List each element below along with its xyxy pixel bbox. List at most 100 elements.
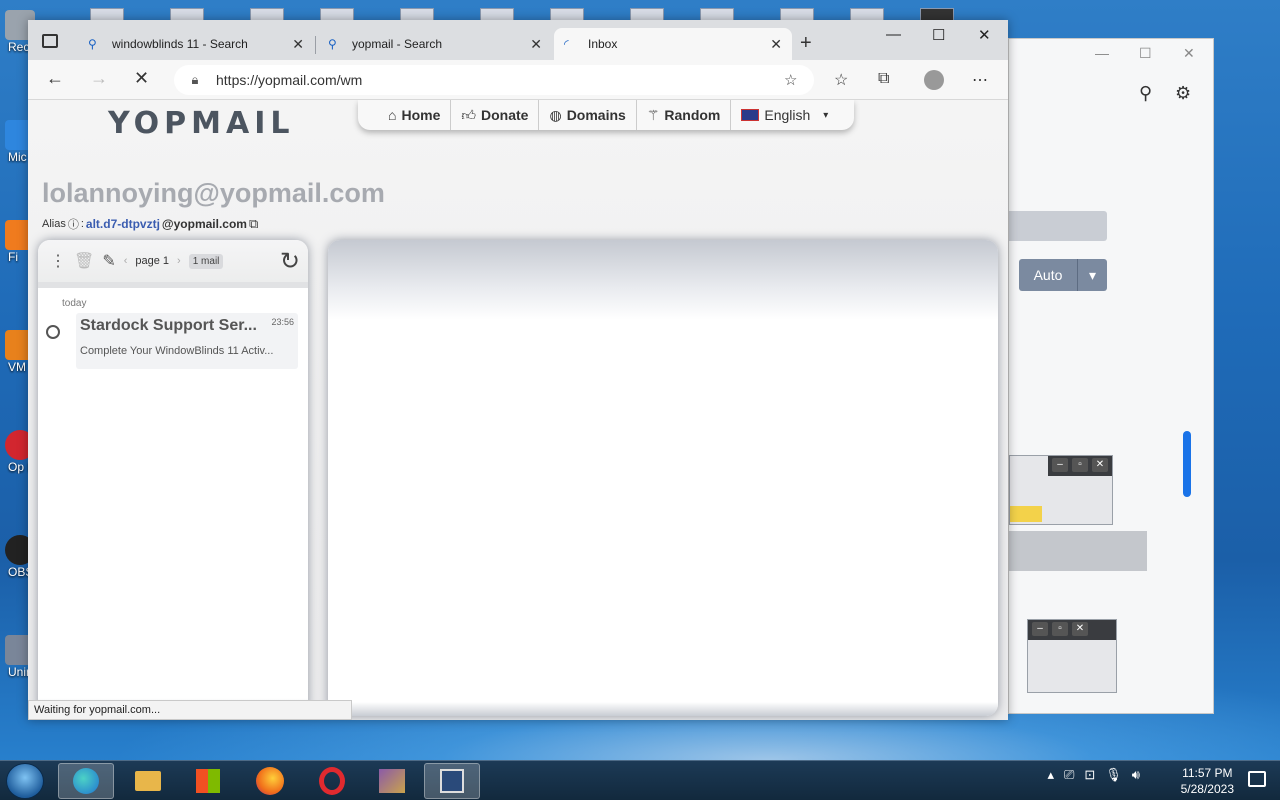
url-text[interactable]: https://yopmail.com/wm xyxy=(210,72,784,88)
opera-icon xyxy=(319,767,345,795)
preview-titlebar: – ▫ ✕ xyxy=(1028,620,1116,640)
nav-label: Home xyxy=(401,107,441,123)
store-icon xyxy=(196,769,220,793)
taskbar-store[interactable] xyxy=(180,763,236,799)
mail-list-item[interactable]: Stardock Support Ser... 23:56 Complete Y… xyxy=(46,313,298,369)
gear-icon[interactable]: ⚙ xyxy=(1175,83,1191,104)
favorites-icon[interactable]: ☆ xyxy=(834,70,848,90)
nav-home[interactable]: ⌂ Home xyxy=(378,100,452,130)
preview-bar xyxy=(1009,531,1147,571)
tab-inbox[interactable]: ◜ Inbox ✕ xyxy=(554,28,792,60)
nav-random[interactable]: ⚚ Random xyxy=(637,100,732,130)
loading-icon: ◜ xyxy=(564,37,569,51)
refresh-icon[interactable]: ↻ xyxy=(280,247,300,276)
language-select[interactable]: English ▾ xyxy=(731,100,838,130)
address-bar[interactable]: 🔒︎ https://yopmail.com/wm ☆ xyxy=(174,65,814,95)
wand-icon: ⚚ xyxy=(646,106,660,123)
alias-domain: @yopmail.com xyxy=(161,217,247,231)
home-icon: ⌂ xyxy=(388,107,397,123)
auto-dropdown[interactable]: Auto ▾ xyxy=(1019,259,1107,291)
search-icon[interactable]: ⚲ xyxy=(1139,83,1152,104)
tab-windowblinds-search[interactable]: ⚲ windowblinds 11 - Search ✕ xyxy=(78,28,314,60)
preview-window-2: – ▫ ✕ xyxy=(1027,619,1117,693)
current-email-address: lolannoying@yopmail.com xyxy=(42,178,385,208)
notifications-icon[interactable] xyxy=(1248,771,1266,787)
maximize-icon[interactable]: ☐ xyxy=(932,26,945,44)
globe-icon: ◍ xyxy=(549,106,562,123)
lock-icon[interactable]: 🔒︎ xyxy=(180,72,210,88)
more-vertical-icon[interactable]: ⋮ xyxy=(50,251,66,271)
setting-dropdown[interactable] xyxy=(1009,211,1107,241)
taskbar-windowblinds[interactable] xyxy=(424,763,480,799)
scrollbar-thumb[interactable] xyxy=(1183,431,1191,497)
info-icon[interactable]: ⓘ xyxy=(68,216,79,232)
add-favorite-icon[interactable]: ☆ xyxy=(784,71,814,89)
mail-list-panel: ⋮ 🗑︎ ✎ ‹ page 1 › 1 mail ↻ today Stardoc… xyxy=(38,240,308,716)
nav-domains[interactable]: ◍ Domains xyxy=(539,100,637,130)
clock-date: 5/28/2023 xyxy=(1180,782,1234,796)
chevron-down-icon: ▾ xyxy=(1077,259,1107,291)
volume-icon[interactable]: 🔊︎ xyxy=(1132,767,1140,783)
taskbar-winrar[interactable] xyxy=(364,763,420,799)
mail-subject: Complete Your WindowBlinds 11 Activ... xyxy=(80,345,274,357)
tab-yopmail-search[interactable]: ⚲ yopmail - Search ✕ xyxy=(318,28,552,60)
show-hidden-icons-icon[interactable]: ▴ xyxy=(1047,767,1054,783)
preview-window: – ▫ ✕ xyxy=(1009,455,1113,525)
tab-bar: ⚲ windowblinds 11 - Search ✕ ⚲ yopmail -… xyxy=(28,20,1008,60)
uk-flag-icon xyxy=(741,109,760,121)
alias-label: Alias xyxy=(42,218,66,230)
new-tab-button[interactable]: + xyxy=(800,32,812,55)
mail-count-badge: 1 mail xyxy=(188,253,224,269)
select-mail-radio[interactable] xyxy=(46,325,60,339)
top-navigation: ⌂ Home 👍︎ Donate ◍ Domains ⚚ Random Engl… xyxy=(358,100,855,130)
mail-time: 23:56 xyxy=(271,317,294,327)
copy-icon[interactable]: ⧉ xyxy=(249,216,258,232)
microphone-icon[interactable]: 🎙︎ xyxy=(1105,767,1122,783)
trash-icon[interactable]: 🗑︎ xyxy=(74,251,94,271)
day-group-label: today xyxy=(62,298,87,309)
back-button[interactable]: ← xyxy=(46,68,64,89)
alias-address: alt.d7-dtpvztj xyxy=(85,217,160,231)
tab-title: Inbox xyxy=(588,37,618,51)
taskbar-firefox[interactable] xyxy=(242,763,298,799)
forward-button[interactable]: → xyxy=(90,68,108,89)
yopmail-logo[interactable]: YOPMAIL xyxy=(108,106,295,141)
previous-page-icon[interactable]: ‹ xyxy=(124,255,128,267)
compose-icon[interactable]: ✎ xyxy=(102,251,115,271)
maximize-icon[interactable]: ☐ xyxy=(1139,45,1152,62)
start-button[interactable] xyxy=(6,763,44,799)
collections-icon[interactable]: ⧉ xyxy=(878,70,889,88)
chevron-down-icon: ▾ xyxy=(823,109,829,121)
pager: ‹ page 1 › xyxy=(124,255,181,267)
mail-toolbar: ⋮ 🗑︎ ✎ ‹ page 1 › 1 mail ↻ xyxy=(38,240,308,288)
stop-loading-button[interactable]: ✕ xyxy=(134,68,149,89)
page-label: page 1 xyxy=(135,255,170,267)
taskbar-opera[interactable] xyxy=(304,763,360,799)
clock-time: 11:57 PM xyxy=(1182,766,1233,780)
close-tab-icon[interactable]: ✕ xyxy=(770,36,782,53)
mail-sender: Stardock Support Ser... xyxy=(80,317,257,334)
network-icon[interactable]: ⊡ xyxy=(1084,767,1095,783)
camera-icon[interactable]: ⎚ xyxy=(1064,767,1074,783)
minimize-icon[interactable]: — xyxy=(886,26,901,43)
minimize-icon[interactable]: — xyxy=(1095,45,1109,61)
edge-icon xyxy=(73,768,99,794)
thumbs-up-icon: 👍︎ xyxy=(461,106,477,123)
close-tab-icon[interactable]: ✕ xyxy=(292,36,304,53)
close-icon[interactable]: ✕ xyxy=(978,26,991,44)
nav-donate[interactable]: 👍︎ Donate xyxy=(451,100,540,130)
background-settings-window: — ☐ ✕ ⚲ ⚙ Auto ▾ – ▫ ✕ – ▫ ✕ xyxy=(1008,38,1214,714)
preview-highlight xyxy=(1010,506,1042,522)
tab-actions-icon[interactable] xyxy=(42,34,58,48)
taskbar-edge[interactable] xyxy=(58,763,114,799)
close-icon[interactable]: ✕ xyxy=(1183,45,1195,62)
background-window-strip xyxy=(40,0,980,22)
close-tab-icon[interactable]: ✕ xyxy=(530,36,542,53)
next-page-icon[interactable]: › xyxy=(177,255,181,267)
taskbar-clock[interactable]: 11:57 PM 5/28/2023 xyxy=(1181,765,1234,797)
taskbar-file-explorer[interactable] xyxy=(120,763,176,799)
tab-separator xyxy=(315,36,316,54)
profile-avatar[interactable] xyxy=(924,70,944,90)
browser-window: ⚲ windowblinds 11 - Search ✕ ⚲ yopmail -… xyxy=(28,20,1008,720)
more-options-icon[interactable]: ⋯ xyxy=(972,70,988,90)
